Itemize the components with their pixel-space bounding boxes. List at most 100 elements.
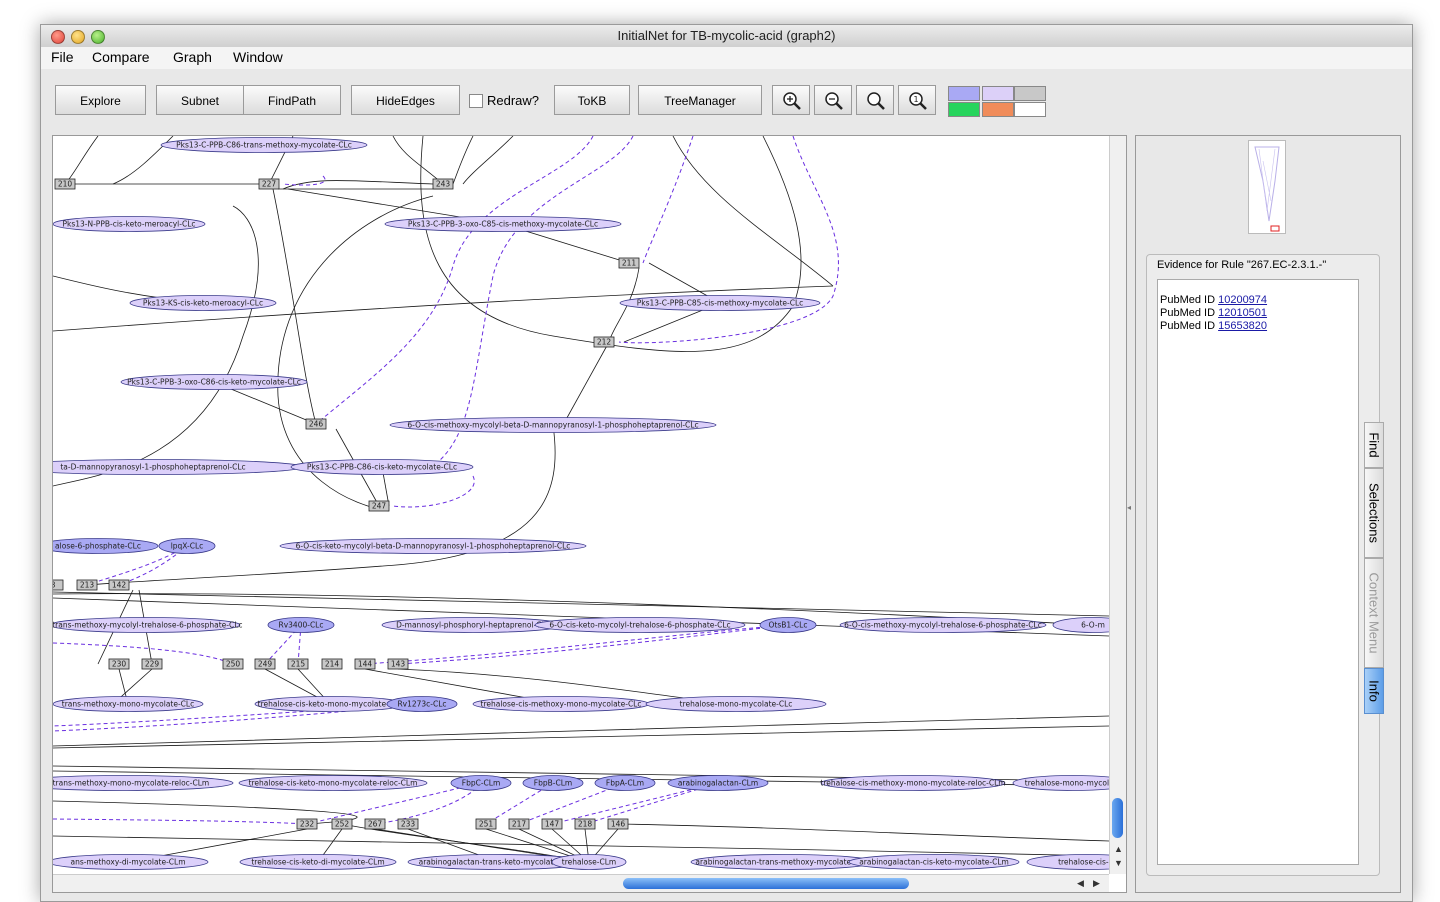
reaction-box[interactable]: 147 xyxy=(541,818,563,830)
zoom-reset-button[interactable]: 1 xyxy=(898,85,936,115)
pathway-node[interactable]: ta-D-mannopyranosyl-1-phosphoheptaprenol… xyxy=(53,459,304,475)
pathway-node[interactable]: trehalose-cis-methoxy-mono-mycolate-CLc xyxy=(472,696,650,712)
split-pane-handle[interactable]: ◂ xyxy=(1127,503,1131,512)
reaction-box[interactable]: 8 xyxy=(53,579,64,591)
pathway-node[interactable]: trehalose-cis-keto-mono-mycolate-CLc xyxy=(254,696,406,712)
pathway-node[interactable]: trehalose-cis-methoxy-mono-mycolate-relo… xyxy=(820,775,1006,791)
vertical-scroll-thumb[interactable] xyxy=(1112,798,1123,838)
reaction-box[interactable]: 227 xyxy=(258,178,280,190)
pubmed-link[interactable]: 10200974 xyxy=(1218,294,1267,306)
tab-info[interactable]: Info xyxy=(1364,668,1384,714)
horizontal-scroll-thumb[interactable] xyxy=(623,878,909,889)
tokb-button[interactable]: ToKB xyxy=(554,85,630,115)
reaction-box[interactable]: 210 xyxy=(54,178,76,190)
reaction-box[interactable]: 267 xyxy=(364,818,386,830)
color-swatch[interactable] xyxy=(982,102,1014,117)
reaction-box[interactable]: 251 xyxy=(475,818,497,830)
pathway-node[interactable]: 6-O-m xyxy=(1052,617,1109,633)
findpath-button[interactable]: FindPath xyxy=(243,85,341,115)
pathway-node[interactable]: 6-O-cis-methoxy-mycolyl-trehalose-6-phos… xyxy=(839,617,1047,633)
menu-compare[interactable]: Compare xyxy=(92,49,150,65)
pathway-node[interactable]: trehalose-cis-keto-di-mycolate-CLm xyxy=(239,854,397,870)
reaction-box[interactable]: 233 xyxy=(397,818,419,830)
color-swatch[interactable] xyxy=(1014,86,1046,101)
pathway-node[interactable]: Pks13-C-PPB-C86-cis-keto-mycolate-CLc xyxy=(290,459,474,475)
color-swatch[interactable] xyxy=(948,86,980,101)
pathway-node[interactable]: Pks13-KS-cis-keto-meroacyl-CLc xyxy=(129,295,277,311)
explore-button[interactable]: Explore xyxy=(55,85,146,115)
reaction-box[interactable]: 212 xyxy=(593,336,615,348)
reaction-box[interactable]: 247 xyxy=(368,500,390,512)
pathway-node[interactable]: arabinogalactan-CLm xyxy=(667,775,769,791)
zoom-window-button[interactable] xyxy=(91,30,105,44)
pathway-node[interactable]: Pks13-C-PPB-3-oxo-C85-cis-methoxy-mycola… xyxy=(384,216,622,232)
pathway-node[interactable]: trehalose-mono-mycolate xyxy=(1012,775,1109,791)
pathway-node[interactable]: Rv1273c-CLc xyxy=(386,696,458,712)
reaction-box[interactable]: 218 xyxy=(574,818,596,830)
pathway-node[interactable]: Pks13-C-PPB-3-oxo-C86-cis-keto-mycolate-… xyxy=(120,374,308,390)
pathway-node[interactable]: lpqX-CLc xyxy=(158,538,216,554)
scroll-up-arrow-icon[interactable]: ▲ xyxy=(1114,844,1123,854)
horizontal-scrollbar[interactable]: ◀ ▶ xyxy=(53,874,1109,892)
treemanager-button[interactable]: TreeManager xyxy=(638,85,762,115)
redraw-checkbox[interactable] xyxy=(469,94,483,108)
pathway-node[interactable]: Pks13-C-PPB-C85-cis-methoxy-mycolate-CLc xyxy=(619,295,821,311)
pathway-node[interactable]: trans-methoxy-mono-mycolate-CLc xyxy=(53,696,204,712)
zoom-fit-button[interactable] xyxy=(856,85,894,115)
color-swatch[interactable] xyxy=(982,86,1014,101)
vertical-scrollbar[interactable]: ▲ ▼ xyxy=(1109,136,1126,874)
pathway-node[interactable]: 6-O-cis-keto-mycolyl-trehalose-6-phospha… xyxy=(534,617,746,633)
scroll-right-arrow-icon[interactable]: ▶ xyxy=(1093,878,1100,889)
scroll-down-arrow-icon[interactable]: ▼ xyxy=(1114,858,1123,868)
reaction-box[interactable]: 146 xyxy=(607,818,629,830)
hideedges-button[interactable]: HideEdges xyxy=(351,85,460,115)
graph-overview-thumbnail[interactable] xyxy=(1248,140,1286,234)
pubmed-link[interactable]: 12010501 xyxy=(1218,307,1267,319)
reaction-box[interactable]: 213 xyxy=(76,579,98,591)
color-swatch[interactable] xyxy=(948,102,980,117)
reaction-box[interactable]: 246 xyxy=(305,418,327,430)
menu-graph[interactable]: Graph xyxy=(173,49,212,65)
close-window-button[interactable] xyxy=(51,30,65,44)
reaction-box[interactable]: 144 xyxy=(354,658,376,670)
pathway-node[interactable]: FbpA-CLm xyxy=(594,775,656,791)
network-graph[interactable]: Pks13-C-PPB-C86-trans-methoxy-mycolate-C… xyxy=(53,136,1109,874)
pathway-node[interactable]: ans-methoxy-di-mycolate-CLm xyxy=(53,854,209,870)
reaction-box[interactable]: 217 xyxy=(508,818,530,830)
subnet-button[interactable]: Subnet xyxy=(156,85,244,115)
reaction-box[interactable]: 252 xyxy=(331,818,353,830)
pathway-node[interactable]: i-trans-methoxy-mycolyl-trehalose-6-phos… xyxy=(53,617,243,633)
pathway-node[interactable]: trehalose-cis-keto-mono-mycolate-reloc-C… xyxy=(238,775,428,791)
zoom-in-button[interactable] xyxy=(772,85,810,115)
reaction-box[interactable]: 215 xyxy=(287,658,309,670)
reaction-box[interactable]: 143 xyxy=(387,658,409,670)
reaction-box[interactable]: 214 xyxy=(321,658,343,670)
color-swatch[interactable] xyxy=(1014,102,1046,117)
reaction-box[interactable]: 211 xyxy=(618,257,640,269)
tab-find[interactable]: Find xyxy=(1364,422,1384,468)
pathway-node[interactable]: 6-O-cis-methoxy-mycolyl-beta-D-mannopyra… xyxy=(389,417,717,433)
pathway-node[interactable]: alose-6-phosphate-CLc xyxy=(53,538,159,554)
pathway-node[interactable]: FbpC-CLm xyxy=(450,775,512,791)
reaction-box[interactable]: 142 xyxy=(108,579,130,591)
zoom-out-button[interactable] xyxy=(814,85,852,115)
minimize-window-button[interactable] xyxy=(71,30,85,44)
pathway-node[interactable]: trehalose-cis-m xyxy=(1026,854,1109,870)
reaction-box[interactable]: 229 xyxy=(141,658,163,670)
scroll-left-arrow-icon[interactable]: ◀ xyxy=(1077,878,1084,889)
menu-file[interactable]: File xyxy=(51,49,74,65)
pathway-node[interactable]: ose-trans-methoxy-mono-mycolate-reloc-CL… xyxy=(53,775,234,791)
pathway-node[interactable]: arabinogalactan-cis-keto-mycolate-CLm xyxy=(848,854,1020,870)
pathway-node[interactable]: 6-O-cis-keto-mycolyl-beta-D-mannopyranos… xyxy=(279,538,587,554)
pathway-node[interactable]: trehalose-mono-mycolate-CLc xyxy=(645,696,827,712)
pathway-node[interactable]: Pks13-N-PPB-cis-keto-meroacyl-CLc xyxy=(53,216,206,232)
tab-selections[interactable]: Selections xyxy=(1364,468,1384,558)
pathway-node[interactable]: trehalose-CLm xyxy=(551,854,627,870)
pathway-node[interactable]: arabinogalactan-trans-methoxy-mycolate-C… xyxy=(690,854,876,870)
graph-canvas[interactable]: Pks13-C-PPB-C86-trans-methoxy-mycolate-C… xyxy=(52,135,1127,893)
pubmed-link[interactable]: 15653820 xyxy=(1218,320,1267,332)
reaction-box[interactable]: 250 xyxy=(222,658,244,670)
pathway-node[interactable]: OtsB1-CLc xyxy=(759,617,817,633)
pathway-node[interactable]: Rv3400-CLc xyxy=(267,617,335,633)
pathway-node[interactable]: Pks13-C-PPB-C86-trans-methoxy-mycolate-C… xyxy=(160,137,368,153)
